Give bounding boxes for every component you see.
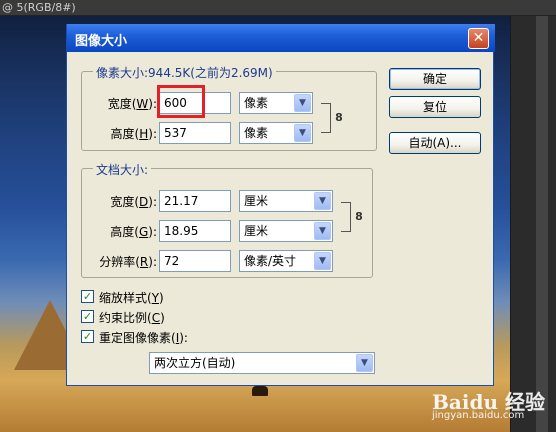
pixel-height-input[interactable]: 537 [159, 122, 231, 144]
chevron-down-icon: ▼ [314, 222, 331, 240]
scale-styles-checkbox[interactable]: ✓ [81, 290, 94, 303]
document-tab-strip: @ 5(RGB/8#) [0, 0, 556, 16]
resample-image-checkbox[interactable]: ✓ [81, 330, 94, 343]
pixel-dimensions-legend: 像素大小:944.5K(之前为2.69M) [93, 64, 276, 81]
dialog-title: 图像大小 [75, 34, 128, 49]
resample-method-select[interactable]: 两次立方(自动) ▼ [149, 352, 375, 374]
chevron-down-icon: ▼ [314, 252, 331, 270]
dialog-titlebar[interactable]: 图像大小 ✕ [67, 24, 495, 52]
doc-width-unit-select[interactable]: 厘米 ▼ [239, 190, 333, 212]
auto-button[interactable]: 自动(A)... [389, 132, 481, 154]
chain-link-icon: 8 [355, 210, 363, 223]
chevron-down-icon: ▼ [314, 192, 331, 210]
chevron-down-icon: ▼ [294, 124, 311, 142]
reset-button[interactable]: 复位 [389, 96, 481, 118]
scale-styles-label: 缩放样式(Y) [99, 291, 164, 305]
chain-link-icon: 8 [335, 111, 343, 124]
chevron-down-icon: ▼ [294, 94, 311, 112]
doc-height-label: 高度(G): [110, 225, 157, 239]
image-size-dialog: 图像大小 ✕ 像素大小:944.5K(之前为2.69M) 宽度(W): 600 … [66, 24, 495, 386]
side-panel [510, 16, 556, 432]
pixel-width-label: 宽度(W): [107, 97, 157, 111]
highlight-box [157, 85, 205, 118]
close-button[interactable]: ✕ [468, 28, 489, 49]
constrain-proportions-label: 约束比例(C) [99, 311, 165, 325]
close-icon: ✕ [472, 30, 485, 46]
document-title: @ 5(RGB/8#) [2, 1, 76, 14]
document-size-legend: 文档大小: [93, 161, 152, 178]
watermark-url: jingyan.baidu.com [432, 410, 525, 421]
pixel-width-unit-select[interactable]: 像素 ▼ [239, 92, 313, 114]
resolution-label: 分辨率(R): [99, 255, 157, 269]
chevron-down-icon: ▼ [356, 354, 373, 372]
resolution-input[interactable]: 72 [159, 250, 231, 272]
constrain-bracket [321, 103, 331, 133]
doc-width-label: 宽度(D): [110, 195, 157, 209]
resolution-unit-select[interactable]: 像素/英寸 ▼ [239, 250, 333, 272]
ok-button[interactable]: 确定 [389, 68, 481, 90]
resample-image-label: 重定图像像素(I): [99, 331, 188, 345]
doc-width-input[interactable]: 21.17 [159, 190, 231, 212]
vertical-scrollbar[interactable] [536, 16, 548, 432]
baidu-watermark: Baidu 经验 jingyan.baidu.com [432, 386, 552, 426]
pixel-height-unit-select[interactable]: 像素 ▼ [239, 122, 313, 144]
constrain-proportions-checkbox[interactable]: ✓ [81, 310, 94, 323]
doc-height-input[interactable]: 18.95 [159, 220, 231, 242]
doc-constrain-bracket [341, 202, 351, 232]
pixel-height-label: 高度(H): [110, 127, 157, 141]
doc-height-unit-select[interactable]: 厘米 ▼ [239, 220, 333, 242]
camel-image [252, 386, 268, 396]
